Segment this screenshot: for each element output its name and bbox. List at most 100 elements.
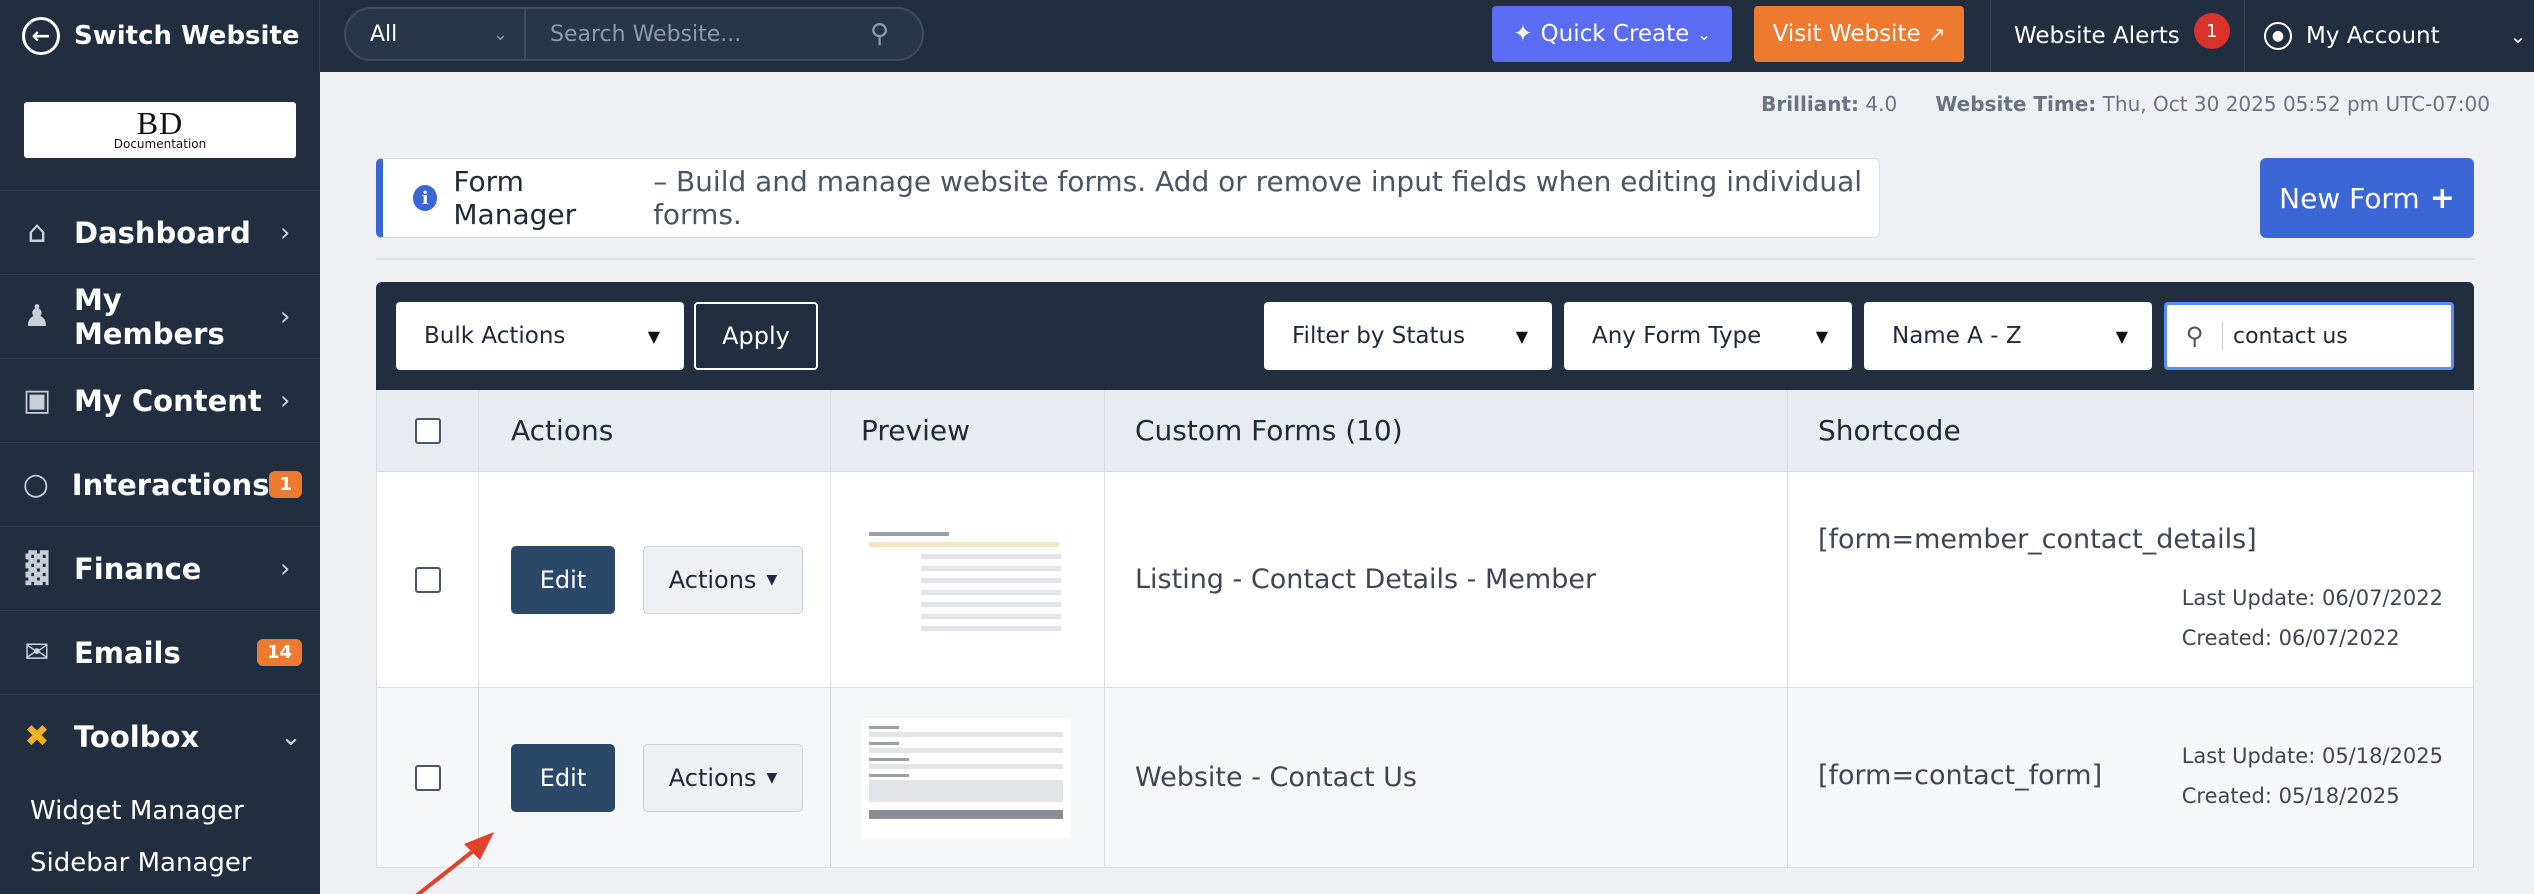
sidebar-item-dashboard[interactable]: ⌂ Dashboard › [0, 190, 320, 274]
chevron-down-icon: ⌄ [280, 721, 302, 752]
logo-text: BD [136, 105, 184, 141]
website-alerts-button[interactable]: Website Alerts 1 [2014, 0, 2230, 72]
folder-icon: ▣ [22, 383, 52, 418]
search-scope-value: All [370, 21, 398, 47]
page-description: – Build and manage website forms. Add or… [653, 165, 1863, 231]
edit-button[interactable]: Edit [511, 545, 615, 614]
site-logo[interactable]: BD Documentation [24, 102, 296, 158]
form-search-value: contact us [2233, 323, 2348, 349]
filter-status-select[interactable]: Filter by Status ▼ [1264, 302, 1552, 370]
form-preview-thumbnail[interactable] [861, 519, 1071, 640]
sidebar: BD Documentation ⌂ Dashboard › ♟ My Memb… [0, 72, 320, 894]
caret-down-icon: ▼ [766, 769, 778, 786]
header-shortcode: Shortcode [1818, 414, 1961, 447]
my-account-button[interactable]: ● My Account ⌄ [2264, 0, 2526, 72]
sidebar-item-emails[interactable]: ✉ Emails 14 [0, 610, 320, 694]
row-preview-cell [831, 688, 1105, 867]
sidebar-subitem-widget-manager[interactable]: Widget Manager [30, 796, 244, 826]
sidebar-item-label: Emails [74, 635, 181, 670]
brilliant-value: 4.0 [1865, 92, 1898, 116]
row-form-name-cell: Website - Contact Us [1105, 688, 1788, 867]
row-checkbox[interactable] [414, 764, 441, 791]
search-icon: ⚲ [2167, 322, 2223, 350]
bulk-actions-value: Bulk Actions [424, 323, 566, 349]
bulk-actions-select[interactable]: Bulk Actions ▼ [396, 302, 684, 370]
row-actions-cell: Edit Actions ▼ [479, 688, 831, 867]
shortcode-text: [form=contact_form] [1818, 760, 2103, 791]
edit-button[interactable]: Edit [511, 743, 615, 812]
apply-button[interactable]: Apply [694, 302, 818, 370]
website-time-value: Thu, Oct 30 2025 05:52 pm UTC-07:00 [2102, 92, 2490, 116]
last-update-text: Last Update: 06/07/2022 [2181, 586, 2443, 610]
row-preview-cell [831, 472, 1105, 687]
form-name: Website - Contact Us [1135, 762, 1417, 793]
form-type-select[interactable]: Any Form Type ▼ [1564, 302, 1852, 370]
chevron-right-icon: › [280, 301, 291, 332]
sidebar-item-label: My Members [74, 282, 225, 351]
chat-icon: ○ [22, 467, 49, 502]
header-custom-forms[interactable]: Custom Forms (10) [1105, 390, 1788, 471]
brilliant-label: Brilliant: [1761, 92, 1859, 116]
switch-website-button[interactable]: ← Switch Website [0, 0, 320, 72]
global-search-input[interactable]: Search Website... [526, 22, 870, 47]
interactions-count-badge: 1 [269, 471, 302, 498]
sidebar-item-finance[interactable]: ▓ Finance › [0, 526, 320, 610]
select-all-checkbox[interactable] [414, 417, 441, 444]
visit-website-button[interactable]: Visit Website ↗ [1754, 6, 1964, 62]
filter-status-value: Filter by Status [1292, 323, 1466, 349]
visit-website-label: Visit Website [1772, 21, 1921, 47]
created-text: Created: 06/07/2022 [2181, 626, 2400, 650]
emails-count-badge: 14 [256, 639, 302, 666]
form-search-input[interactable]: ⚲ contact us [2164, 302, 2454, 370]
top-bar: ← Switch Website All ⌄ Search Website...… [0, 0, 2534, 72]
row-dates: Last Update: 05/18/2025 Created: 05/18/2… [2182, 736, 2443, 816]
sidebar-item-my-content[interactable]: ▣ My Content › [0, 358, 320, 442]
sort-select[interactable]: Name A - Z ▼ [1864, 302, 2152, 370]
actions-dropdown-button[interactable]: Actions ▼ [643, 545, 803, 614]
row-shortcode-cell: [form=member_contact_details] Last Updat… [1788, 472, 2473, 687]
external-link-icon: ↗ [1928, 22, 1946, 46]
mail-icon: ✉ [24, 635, 50, 670]
logo-subtext: Documentation [113, 137, 207, 151]
sidebar-item-my-members[interactable]: ♟ My Members › [0, 274, 320, 358]
home-icon: ⌂ [27, 215, 47, 250]
sparkle-icon: ✦ [1513, 21, 1533, 47]
alerts-count-badge: 1 [2193, 13, 2230, 49]
sidebar-item-interactions[interactable]: ○ Interactions 1 [0, 442, 320, 526]
row-form-name-cell: Listing - Contact Details - Member [1105, 472, 1788, 687]
sidebar-item-label: Interactions [71, 467, 270, 502]
website-alerts-label: Website Alerts [2014, 23, 2180, 49]
sidebar-subitem-sidebar-manager[interactable]: Sidebar Manager [30, 848, 252, 878]
search-icon[interactable]: ⚲ [870, 19, 922, 49]
row-checkbox[interactable] [414, 566, 441, 593]
chevron-down-icon: ⌄ [1697, 24, 1711, 44]
tools-icon: ✖ [24, 719, 50, 754]
divider [1990, 0, 1991, 72]
created-text: Created: 05/18/2025 [2181, 784, 2400, 808]
user-circle-icon: ● [2264, 22, 2292, 50]
switch-website-label: Switch Website [74, 21, 300, 51]
form-preview-thumbnail[interactable] [861, 717, 1071, 838]
row-shortcode-cell: [form=contact_form] Last Update: 05/18/2… [1788, 688, 2473, 867]
global-search: All ⌄ Search Website... ⚲ [344, 7, 924, 61]
table-row: Edit Actions ▼ Website - Contact Us [for… [377, 688, 2473, 868]
shortcode-text: [form=member_contact_details] [1818, 524, 2257, 555]
quick-create-button[interactable]: ✦ Quick Create ⌄ [1492, 6, 1732, 62]
form-name: Listing - Contact Details - Member [1135, 564, 1597, 595]
sidebar-item-toolbox[interactable]: ✖ Toolbox ⌄ [0, 694, 320, 778]
chevron-down-icon: ⌄ [2509, 24, 2527, 48]
actions-dropdown-button[interactable]: Actions ▼ [643, 743, 803, 812]
caret-down-icon: ▼ [1515, 326, 1528, 346]
arrow-left-circle-icon: ← [22, 17, 60, 55]
sort-value: Name A - Z [1892, 323, 2022, 349]
chevron-right-icon: › [280, 553, 291, 584]
sidebar-item-label: My Content [74, 383, 262, 418]
search-scope-select[interactable]: All ⌄ [346, 9, 526, 59]
new-form-button[interactable]: New Form + [2260, 158, 2474, 238]
row-cell [377, 472, 479, 687]
forms-table: Actions Preview Custom Forms (10) Shortc… [376, 390, 2474, 868]
form-manager-info: i Form Manager – Build and manage websit… [376, 158, 1880, 238]
new-form-label: New Form [2279, 181, 2420, 215]
form-type-value: Any Form Type [1592, 323, 1762, 349]
site-meta: Brilliant: 4.0 Website Time: Thu, Oct 30… [1761, 92, 2490, 116]
